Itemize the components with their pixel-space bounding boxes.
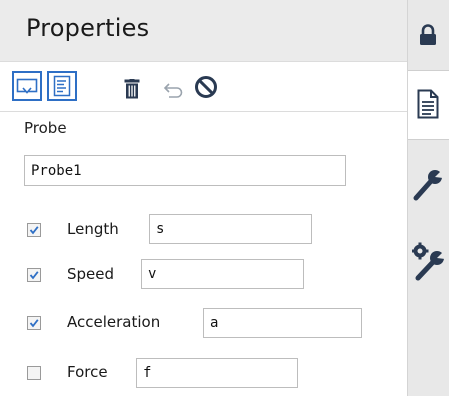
wrench-icon (413, 169, 443, 201)
speed-input[interactable] (141, 259, 304, 289)
acceleration-checkbox[interactable] (27, 316, 41, 330)
trash-icon (124, 79, 140, 99)
document-icon (417, 89, 439, 119)
lock-icon (420, 24, 436, 45)
wrench-gear-icon (412, 242, 445, 281)
checkmark-icon (29, 319, 39, 328)
length-label: Length (67, 220, 119, 238)
text-view-button[interactable] (47, 71, 77, 101)
undo-button[interactable] (161, 82, 183, 98)
properties-panel: Properties Probe Probe1 Length s Speed v… (0, 0, 408, 396)
properties-toolbar (0, 61, 407, 112)
checkmark-icon (29, 271, 39, 280)
tab-tool-settings[interactable] (408, 222, 449, 302)
force-label: Force (67, 363, 108, 381)
app-root: Properties Probe Probe1 Length s Speed v… (0, 0, 449, 396)
probe-view-button[interactable] (12, 71, 42, 101)
probe-section-label: Probe (24, 119, 67, 137)
panel-header: Properties (0, 0, 407, 61)
probe-view-icon (16, 78, 38, 94)
undo-icon (163, 83, 183, 98)
tab-lock[interactable] (408, 0, 449, 70)
tab-tools[interactable] (408, 140, 449, 222)
speed-checkbox[interactable] (27, 268, 41, 282)
force-input[interactable] (136, 358, 298, 388)
panel-title: Properties (26, 14, 150, 42)
probe-name-input[interactable] (24, 155, 346, 186)
tab-document[interactable] (408, 70, 449, 140)
text-view-icon (53, 75, 71, 97)
speed-label: Speed (67, 265, 115, 283)
length-input[interactable] (149, 214, 312, 244)
disable-icon (195, 76, 217, 98)
acceleration-input[interactable] (203, 308, 362, 338)
force-checkbox[interactable] (27, 366, 41, 380)
length-checkbox[interactable] (27, 223, 41, 237)
acceleration-label: Acceleration (67, 313, 161, 331)
checkmark-icon (29, 226, 39, 235)
disable-button[interactable] (194, 75, 218, 99)
side-tab-rail (408, 0, 449, 396)
delete-button[interactable] (124, 79, 140, 99)
